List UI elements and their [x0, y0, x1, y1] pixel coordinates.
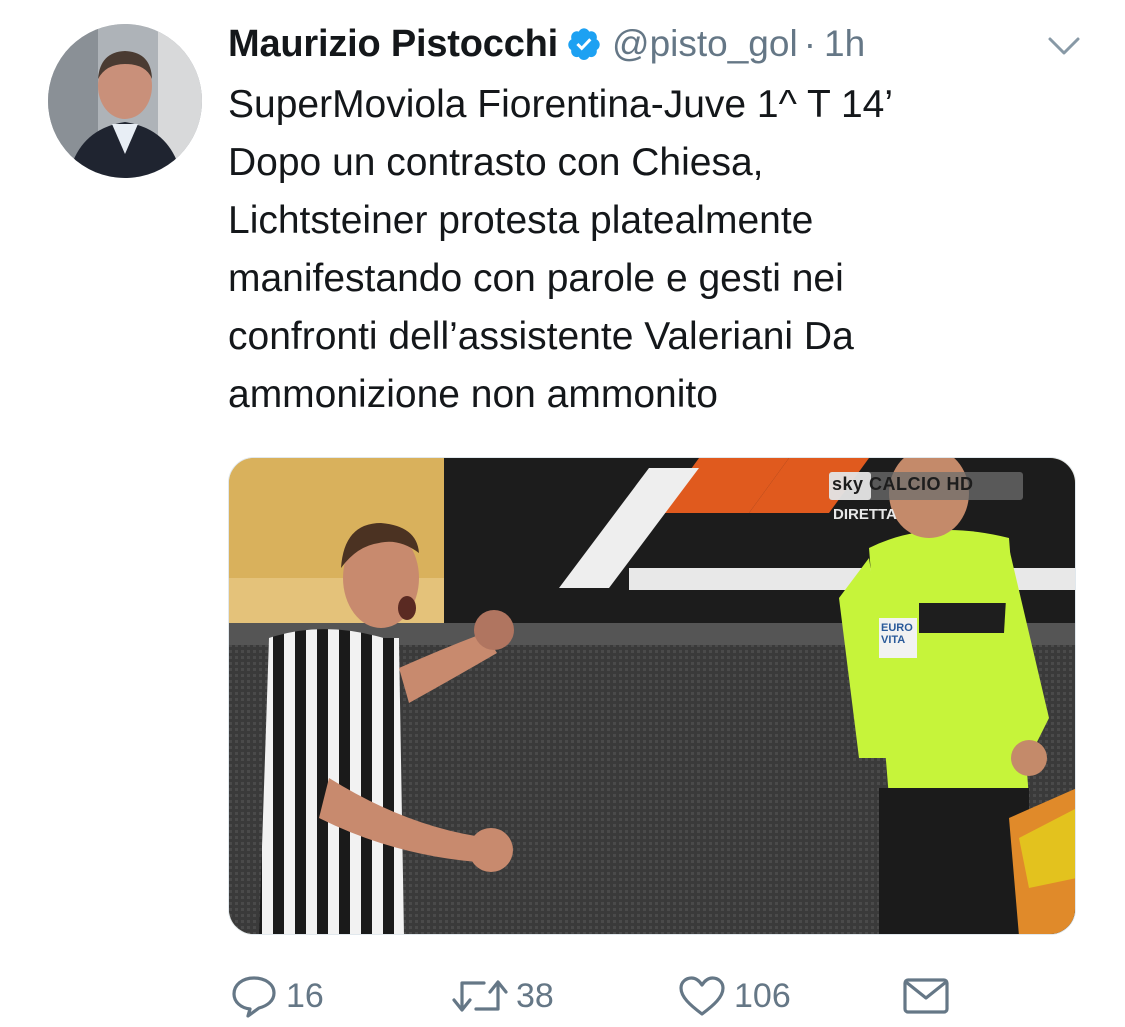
reply-button[interactable]: 16 — [228, 968, 324, 1024]
reply-count: 16 — [286, 976, 324, 1015]
tweet-text: SuperMoviola Fiorentina-Juve 1^ T 14’ Do… — [228, 76, 1088, 424]
tweet-text-line: manifestando con parole e gesti nei — [228, 257, 844, 300]
avatar-image — [48, 24, 202, 178]
tweet-text-line: Dopo un contrasto con Chiesa, — [228, 141, 764, 184]
sponsor-patch: EURO VITA — [881, 622, 913, 646]
match-photo — [229, 458, 1075, 934]
like-icon — [679, 976, 725, 1016]
like-button[interactable]: 106 — [676, 968, 791, 1024]
tweet-time[interactable]: 1h — [824, 23, 865, 65]
tweet-text-line: confronti dell’assistente Valeriani Da — [228, 315, 854, 358]
retweet-count: 38 — [516, 976, 554, 1015]
tweet-text-line: SuperMoviola Fiorentina-Juve 1^ T 14’ — [228, 83, 894, 126]
reply-icon — [232, 976, 276, 1018]
direct-message-icon — [903, 978, 949, 1014]
tweet-header: Maurizio Pistocchi @pisto_gol · 1h — [228, 18, 865, 70]
author-handle[interactable]: @pisto_gol — [612, 23, 798, 65]
tweet-media-photo[interactable]: sky CALCIO HD DIRETTA EURO VITA — [228, 457, 1076, 935]
broadcast-logo: sky CALCIO HD — [832, 474, 974, 494]
tweet-text-line: Lichtsteiner protesta platealmente — [228, 199, 814, 242]
verified-badge-icon — [568, 28, 600, 61]
chevron-down-icon[interactable] — [1046, 34, 1082, 58]
separator-dot: · — [803, 23, 817, 64]
broadcast-status: DIRETTA — [833, 506, 897, 523]
tweet-text-line: ammonizione non ammonito — [228, 373, 718, 416]
author-avatar[interactable] — [48, 24, 202, 178]
tweet-actions: 16 38 106 — [228, 968, 1088, 1024]
like-count: 106 — [734, 976, 791, 1015]
direct-message-button[interactable] — [900, 968, 952, 1024]
retweet-icon — [452, 980, 508, 1012]
retweet-button[interactable]: 38 — [450, 968, 554, 1024]
author-name[interactable]: Maurizio Pistocchi — [228, 23, 558, 66]
